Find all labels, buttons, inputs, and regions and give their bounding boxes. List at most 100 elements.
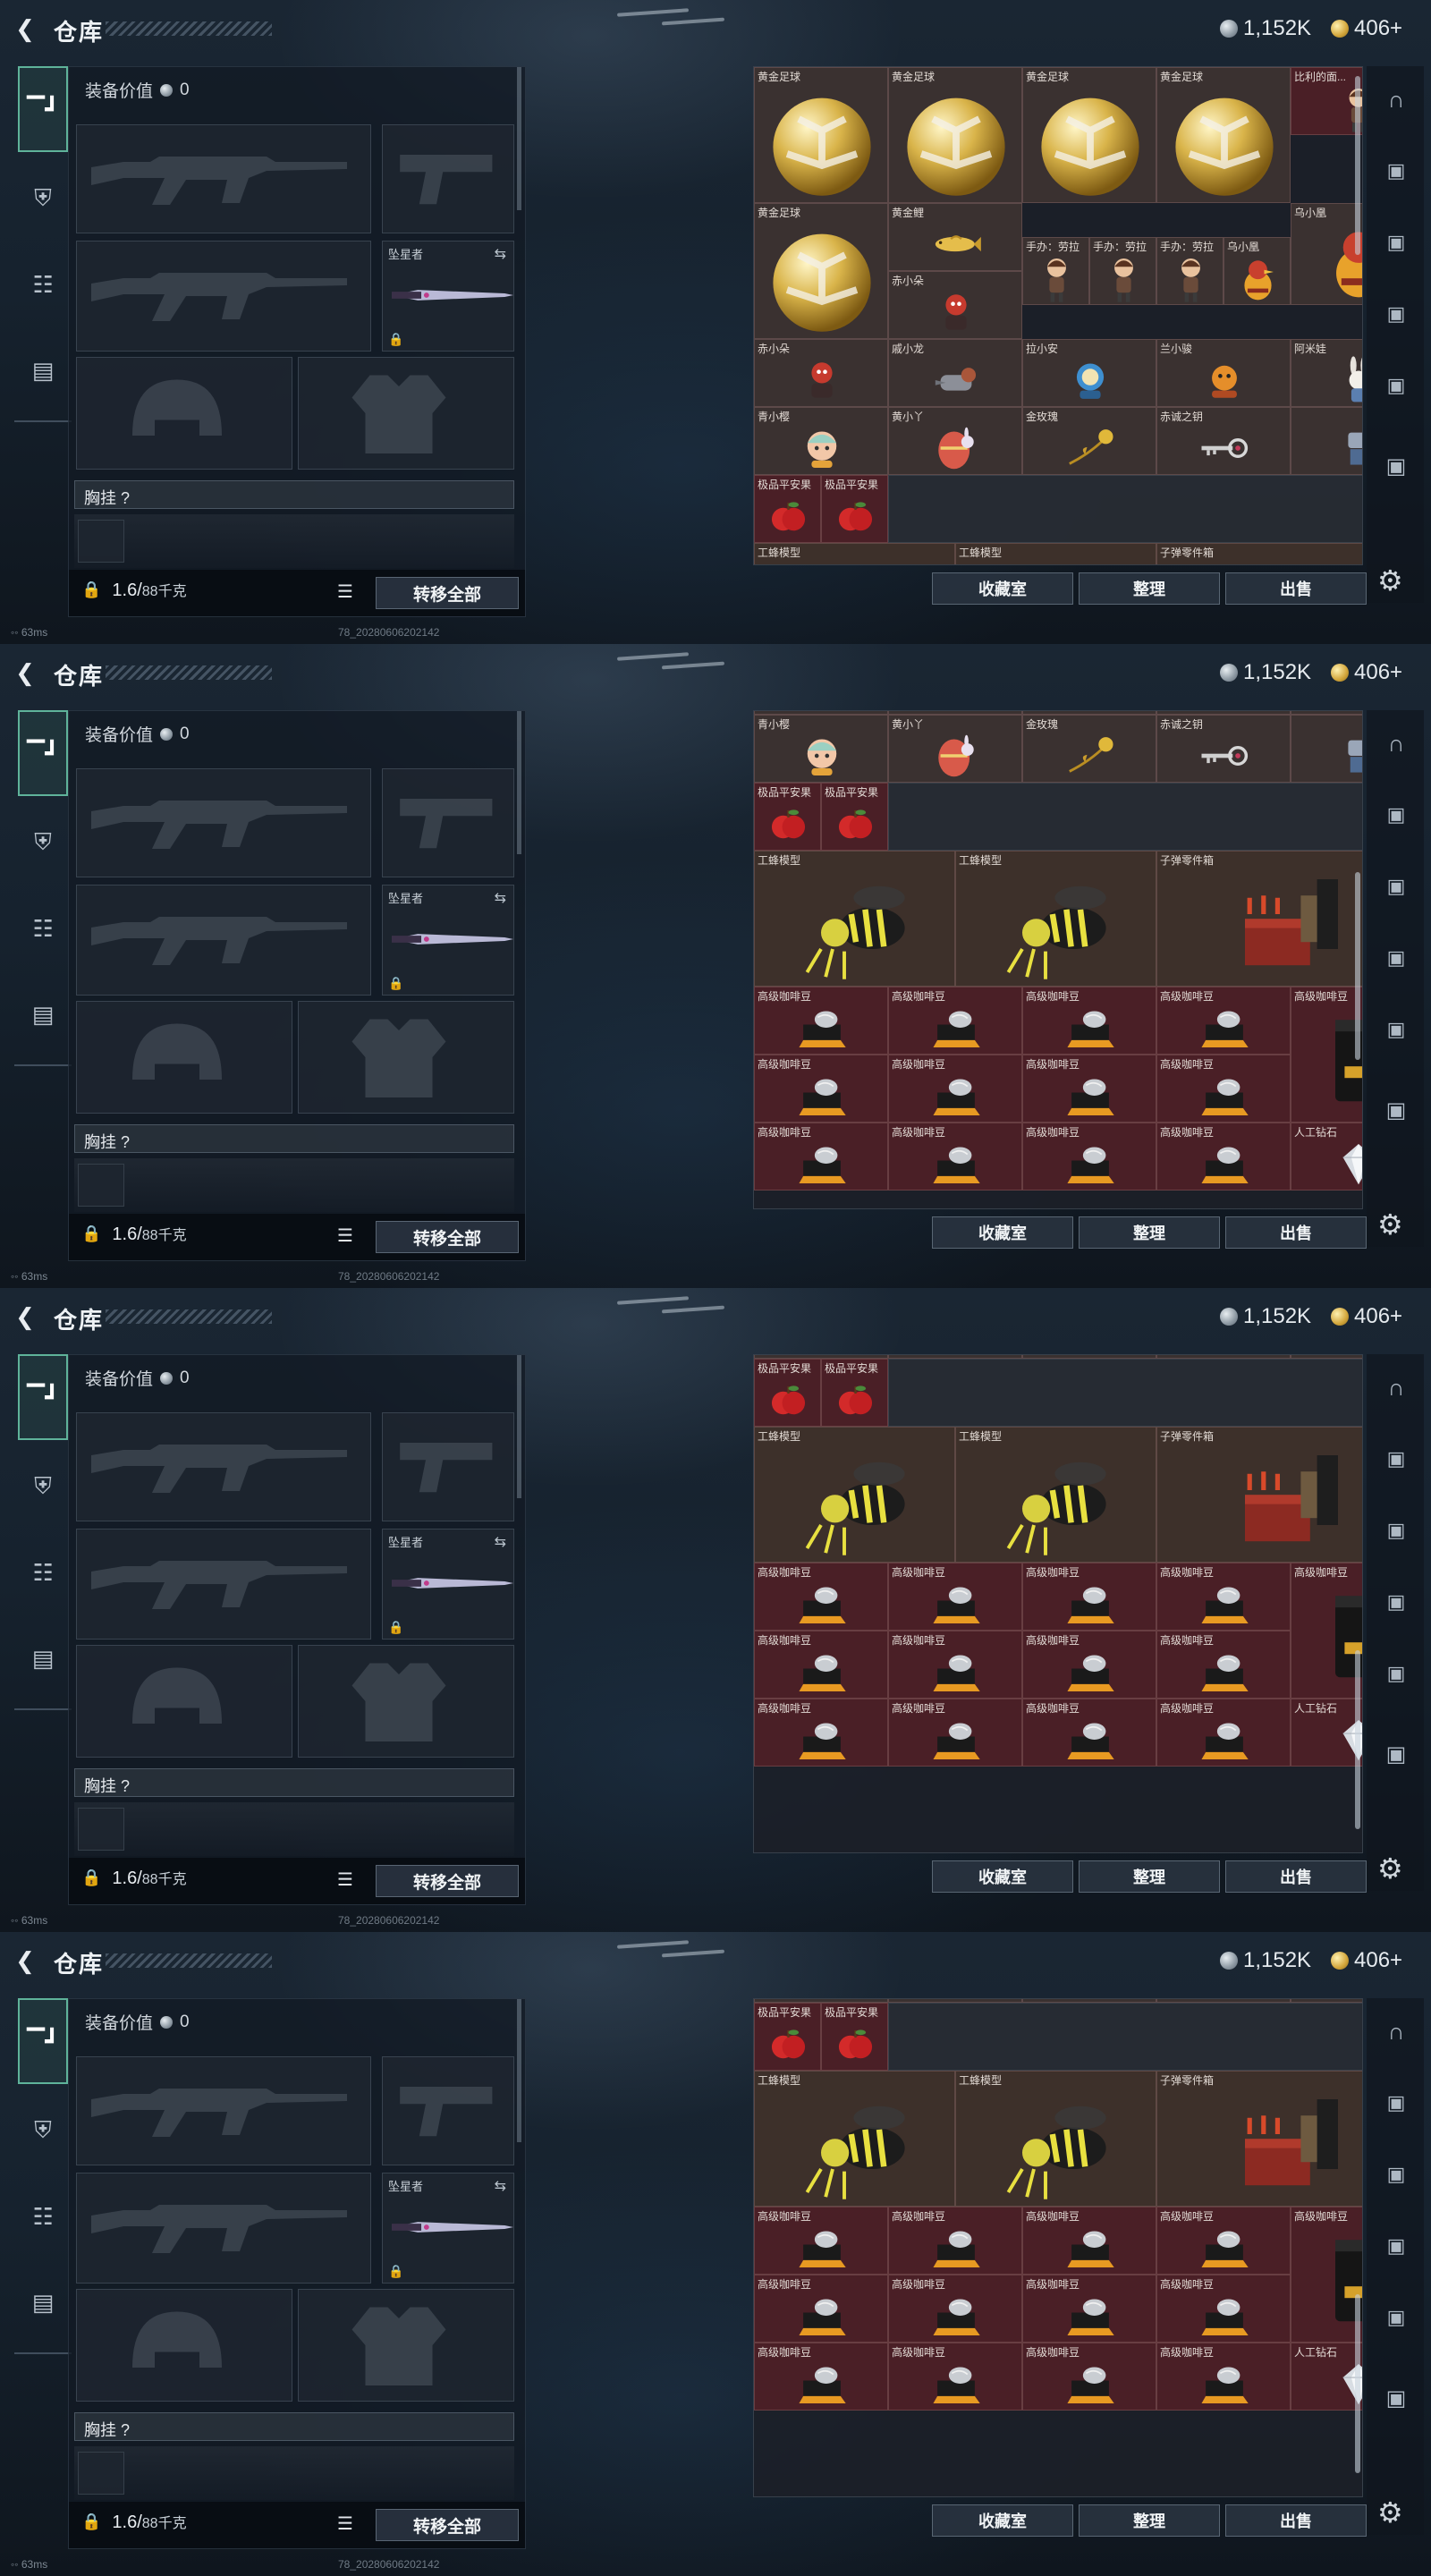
weapon-tab[interactable]: ▔┛ — [18, 66, 68, 152]
item-slot[interactable]: 高级咖啡豆 — [754, 987, 888, 1055]
grid-scrollbar[interactable] — [1355, 872, 1360, 1060]
item-slot[interactable]: 极品平安果 — [754, 2003, 821, 2071]
primary-weapon-slot[interactable] — [76, 768, 371, 877]
item-slot[interactable]: 高级咖啡豆 — [1022, 2207, 1156, 2275]
chest-rig-slot[interactable] — [78, 520, 124, 563]
item-slot[interactable]: 工蜂模型 — [955, 543, 1156, 564]
item-slot[interactable]: 高级咖啡豆 — [888, 1055, 1022, 1123]
item-slot[interactable]: 极品平安果 — [821, 1359, 888, 1427]
pistol-slot[interactable] — [382, 768, 514, 877]
storage-box-icon[interactable]: ▣ — [1381, 1658, 1411, 1689]
item-slot[interactable]: 高级咖啡豆 — [754, 1123, 888, 1191]
case-tab[interactable]: ▤ — [18, 345, 68, 395]
sort-button[interactable]: 整理 — [1079, 572, 1220, 605]
collection-room-button[interactable]: 收藏室 — [932, 1216, 1073, 1249]
gold-balance[interactable]: 406+ — [1331, 1304, 1402, 1329]
equipment-scrollbar[interactable] — [517, 711, 521, 854]
item-slot[interactable]: 高级咖啡豆 — [1022, 2343, 1156, 2411]
item-slot[interactable]: 极品平安果 — [754, 475, 821, 543]
gear-icon[interactable]: ⚙ — [1377, 2496, 1403, 2529]
chest-rig-slot[interactable] — [78, 2452, 124, 2495]
storage-box-icon[interactable]: ▣ — [1381, 2231, 1411, 2261]
item-slot[interactable]: 工蜂模型 — [754, 851, 955, 987]
armor-tab[interactable]: ⛨ — [18, 1462, 68, 1512]
sell-button[interactable]: 出售 — [1225, 1860, 1367, 1893]
storage-box-icon[interactable]: ▣ — [1381, 1739, 1411, 1769]
melee-slot[interactable]: 坠星者 ⇆ 🔒 — [382, 241, 514, 352]
storage-box-icon[interactable]: ▣ — [1381, 156, 1411, 186]
item-slot[interactable]: 子弹零件箱 — [1156, 543, 1362, 564]
transfer-all-button[interactable]: 转移全部 — [376, 1221, 519, 1253]
armor-slot[interactable] — [298, 357, 514, 470]
swap-icon[interactable]: ⇆ — [495, 2177, 506, 2195]
storage-box-icon[interactable]: ▣ — [1381, 1515, 1411, 1546]
item-slot[interactable]: 高级咖啡豆 — [1022, 987, 1156, 1055]
transfer-all-button[interactable]: 转移全部 — [376, 1865, 519, 1897]
pistol-slot[interactable] — [382, 124, 514, 233]
storage-box-icon[interactable]: ▣ — [1381, 2088, 1411, 2118]
item-slot[interactable]: 极品平安果 — [821, 475, 888, 543]
item-slot[interactable]: 高级咖啡豆 — [1022, 2275, 1156, 2343]
armor-tab[interactable]: ⛨ — [18, 818, 68, 868]
weapon-tab[interactable]: ▔┛ — [18, 710, 68, 796]
silver-balance[interactable]: 1,152K — [1220, 16, 1311, 41]
gold-balance[interactable]: 406+ — [1331, 660, 1402, 685]
item-slot[interactable]: 高级咖啡豆 — [1156, 2343, 1291, 2411]
armor-slot[interactable] — [298, 2289, 514, 2402]
silver-balance[interactable]: 1,152K — [1220, 1948, 1311, 1973]
storage-box-icon[interactable]: ▣ — [1381, 370, 1411, 401]
storage-box-icon[interactable]: ▣ — [1381, 871, 1411, 902]
item-slot[interactable]: 高级咖啡豆 — [1156, 1631, 1291, 1699]
item-slot[interactable]: 高级咖啡豆 — [754, 1699, 888, 1767]
item-slot[interactable]: 赤诚之钥 — [1156, 407, 1291, 475]
item-slot[interactable]: 高级咖啡豆 — [754, 1631, 888, 1699]
weapon-tab[interactable]: ▔┛ — [18, 1998, 68, 2084]
item-slot[interactable]: 人工钻石 — [1291, 1123, 1362, 1191]
item-slot[interactable]: 黄金足球 — [754, 203, 888, 339]
backpack-tab[interactable]: ☷ — [18, 1547, 68, 1597]
item-slot[interactable]: 高级咖啡豆 — [1156, 2207, 1291, 2275]
item-slot[interactable]: 乌小凰 — [1224, 237, 1291, 305]
item-slot[interactable]: 高级咖啡豆 — [1156, 1055, 1291, 1123]
item-slot[interactable]: 青小樱 — [754, 715, 888, 783]
sort-button[interactable]: 整理 — [1079, 1860, 1220, 1893]
armor-slot[interactable] — [298, 1645, 514, 1758]
back-arrow-icon[interactable]: ❮ — [13, 1303, 38, 1330]
helmet-slot[interactable] — [76, 1645, 292, 1758]
item-slot[interactable]: 高级咖啡豆 — [1022, 1563, 1156, 1631]
item-slot[interactable]: 戚小龙 — [888, 339, 1022, 407]
item-slot[interactable]: 高级咖啡豆 — [1156, 1563, 1291, 1631]
item-slot[interactable]: 拉小安 — [1022, 339, 1156, 407]
pistol-slot[interactable] — [382, 1412, 514, 1521]
gear-icon[interactable]: ⚙ — [1377, 564, 1403, 597]
item-slot[interactable]: 子弹零件箱 — [1156, 851, 1362, 987]
item-slot[interactable]: 青小樱 — [754, 407, 888, 475]
item-slot[interactable]: 高级咖啡豆 — [1022, 1631, 1156, 1699]
item-slot[interactable]: 赤小朵 — [888, 271, 1022, 339]
item-slot[interactable]: 手办：劳拉 — [1089, 237, 1156, 305]
pistol-slot[interactable] — [382, 2056, 514, 2165]
helmet-slot[interactable] — [76, 2289, 292, 2402]
list-icon[interactable]: ☰ — [337, 580, 353, 603]
item-slot[interactable]: 工蜂模型 — [754, 1427, 955, 1563]
collection-room-button[interactable]: 收藏室 — [932, 572, 1073, 605]
item-slot[interactable]: 高级咖啡豆 — [888, 1631, 1022, 1699]
swap-icon[interactable]: ⇆ — [495, 1533, 506, 1551]
item-slot[interactable]: 高级咖啡豆 — [1022, 1699, 1156, 1767]
sort-button[interactable]: 整理 — [1079, 2504, 1220, 2537]
backpack-tab[interactable]: ☷ — [18, 903, 68, 953]
storage-box-icon[interactable]: ▣ — [1381, 1014, 1411, 1045]
gold-balance[interactable]: 406+ — [1331, 16, 1402, 41]
warehouse-grid[interactable]: 黄金足球 黄金足球 黄金足球 黄金足球 比利的面...黄金足球 黄金鲤手办：劳拉… — [753, 1998, 1363, 2497]
item-slot[interactable]: 工蜂模型 — [955, 2071, 1156, 2207]
grid-scrollbar[interactable] — [1355, 2294, 1360, 2473]
arch-icon[interactable]: ∩ — [1381, 1372, 1411, 1402]
storage-box-icon[interactable]: ▣ — [1381, 1587, 1411, 1617]
warehouse-grid[interactable]: 黄金足球 黄金足球 黄金足球 黄金足球 比利的面...黄金足球 黄金鲤手办：劳拉… — [753, 1354, 1363, 1853]
list-icon[interactable]: ☰ — [337, 2512, 353, 2535]
case-tab[interactable]: ▤ — [18, 1633, 68, 1683]
collection-room-button[interactable]: 收藏室 — [932, 2504, 1073, 2537]
item-slot[interactable]: 手办：劳拉 — [1156, 237, 1224, 305]
case-tab[interactable]: ▤ — [18, 989, 68, 1039]
warehouse-grid[interactable]: 黄金足球 黄金足球 黄金足球 黄金足球 比利的面...黄金足球 黄金鲤手办：劳拉… — [753, 66, 1363, 565]
